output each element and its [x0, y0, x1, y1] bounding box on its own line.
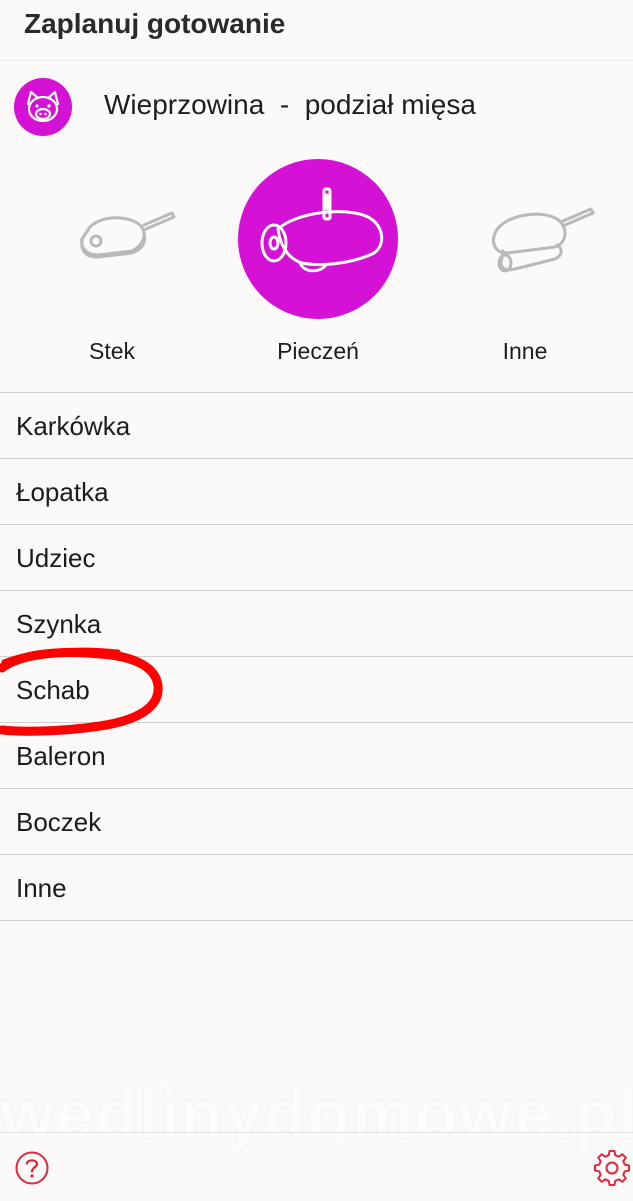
roast-thermometer-icon [238, 159, 398, 319]
list-item-label: Szynka [16, 609, 102, 639]
list-item-label: Inne [16, 873, 67, 903]
list-item-boczek[interactable]: Boczek [0, 788, 633, 854]
red-circle-annotation [0, 647, 163, 736]
method-other[interactable]: Inne [425, 155, 625, 370]
meat-pan-icon [445, 159, 605, 319]
help-icon[interactable] [14, 1150, 50, 1186]
list-item-label: Łopatka [16, 477, 109, 507]
list-item-label: Udziec [16, 543, 96, 573]
list-item-lopatka[interactable]: Łopatka [0, 458, 633, 524]
list-item-karkowka[interactable]: Karkówka [0, 392, 633, 458]
list-item-inne[interactable]: Inne [0, 854, 633, 921]
method-label: Inne [502, 338, 548, 364]
list-item-label: Boczek [16, 807, 102, 837]
method-steak[interactable]: Stek [12, 155, 212, 370]
list-item-label: Karkówka [16, 411, 131, 441]
method-roast[interactable]: Pieczeń [218, 155, 418, 370]
method-label: Stek [88, 338, 136, 364]
page-title: Zaplanuj gotowanie [24, 8, 286, 39]
steak-pan-icon [32, 159, 192, 319]
gear-icon[interactable] [594, 1150, 630, 1186]
method-label: Pieczeń [277, 338, 359, 364]
pig-icon [14, 78, 72, 136]
bottom-bar [0, 1132, 633, 1201]
list-item-udziec[interactable]: Udziec [0, 524, 633, 590]
category-title: Wieprzowina - podział mięsa [104, 89, 476, 120]
category-header: Wieprzowina - podział mięsa [0, 60, 633, 157]
